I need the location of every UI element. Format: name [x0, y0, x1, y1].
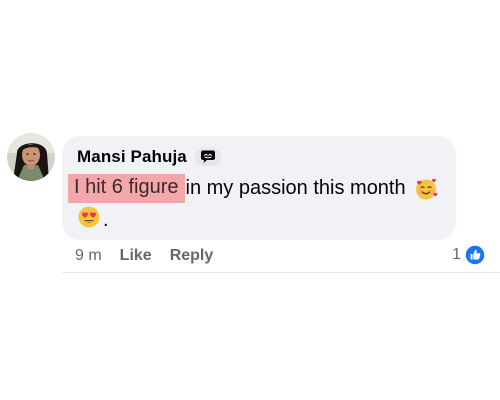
heart-eyes-emoji: [77, 205, 101, 229]
top-fan-chat-icon[interactable]: [194, 148, 221, 166]
divider: [62, 272, 500, 273]
highlighted-text: I hit 6 figure: [68, 174, 185, 203]
comment-text: in my passion this month: [185, 177, 406, 199]
avatar[interactable]: [7, 133, 55, 181]
comment-text-line-1: I hit 6 figure in my passion this month: [68, 174, 438, 203]
timestamp[interactable]: 9 m: [75, 247, 102, 265]
comment-text-end: .: [103, 209, 109, 231]
like-thumb-icon: [464, 244, 486, 266]
reaction-summary[interactable]: 1: [452, 244, 486, 266]
reply-button[interactable]: Reply: [170, 247, 214, 265]
comment-bubble: Mansi Pahuja I hit 6 figure in my passio…: [62, 136, 456, 240]
like-button[interactable]: Like: [120, 247, 152, 265]
comment-actions: 9 m Like Reply: [75, 246, 213, 266]
reaction-count: 1: [452, 246, 461, 263]
smiling-face-with-hearts-emoji: [414, 177, 438, 201]
comment-text-line-2: .: [77, 205, 109, 231]
author-name[interactable]: Mansi Pahuja: [77, 147, 187, 167]
comment-header: Mansi Pahuja: [77, 146, 221, 168]
comment-thread: Mansi Pahuja I hit 6 figure in my passio…: [0, 0, 500, 400]
